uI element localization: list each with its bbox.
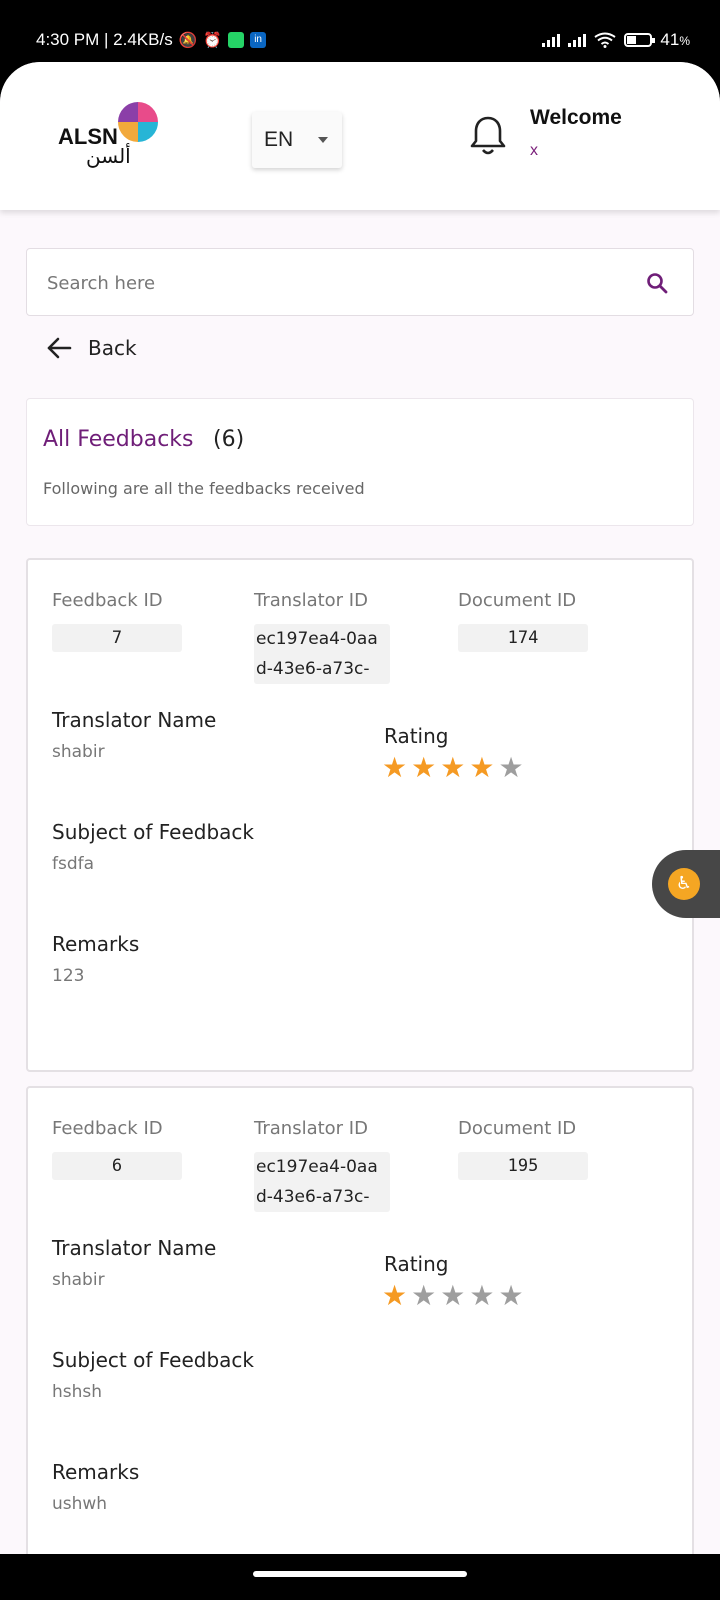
app-screen: ALSN ألسن EN Welcome x Back All Feedback…	[0, 62, 720, 1554]
remarks-value: ushwh	[52, 1494, 108, 1514]
rating-label: Rating	[384, 724, 449, 748]
home-gesture-pill[interactable]	[253, 1571, 467, 1577]
system-nav-bar	[0, 1554, 720, 1600]
wifi-icon	[594, 32, 616, 48]
linkedin-icon: in	[250, 32, 267, 48]
feedback-id-value: 7	[52, 624, 182, 652]
summary-title: All Feedbacks	[43, 427, 194, 452]
mute-icon: 🔕	[178, 32, 198, 49]
subject-label: Subject of Feedback	[52, 1348, 255, 1372]
bell-icon[interactable]	[470, 114, 506, 158]
translator-id-value: ec197ea4-0aad-43e6-a73c-	[254, 1152, 390, 1212]
status-left: 4:30 PM | 2.4KB/s 🔕 ⏰ in	[36, 30, 267, 50]
arrow-left-icon	[47, 337, 72, 359]
feedback-card: Feedback ID 7 Translator ID ec197ea4-0aa…	[26, 558, 694, 1072]
battery-icon	[624, 33, 656, 47]
logo-badge-icon	[118, 102, 158, 142]
translator-id-label: Translator ID	[254, 590, 368, 611]
star-empty-icon: ★	[469, 1279, 495, 1312]
star-empty-icon: ★	[411, 1279, 437, 1312]
star-filled-icon: ★	[411, 751, 437, 784]
translator-name-label: Translator Name	[52, 1236, 217, 1260]
search-bar	[26, 248, 694, 316]
star-empty-icon: ★	[498, 1279, 524, 1312]
status-bar: 4:30 PM | 2.4KB/s 🔕 ⏰ in 41%	[0, 0, 720, 62]
remarks-label: Remarks	[52, 1460, 140, 1484]
subject-value: fsdfa	[52, 854, 95, 874]
rating-stars: ★ ★ ★ ★ ★	[382, 754, 524, 782]
signal-icon	[542, 33, 561, 47]
rating-label: Rating	[384, 1252, 449, 1276]
star-filled-icon: ★	[440, 751, 466, 784]
document-id-label: Document ID	[458, 1118, 577, 1139]
welcome-text: Welcome	[530, 106, 622, 129]
feedbacks-summary-card: All Feedbacks (6) Following are all the …	[26, 398, 694, 526]
battery-value: 41	[660, 30, 680, 49]
rating-stars: ★ ★ ★ ★ ★	[382, 1282, 524, 1310]
caret-down-icon	[318, 137, 328, 143]
alarm-icon: ⏰	[203, 32, 223, 49]
search-input[interactable]	[47, 265, 627, 301]
feedback-id-label: Feedback ID	[52, 1118, 163, 1139]
alsn-logo[interactable]: ALSN ألسن	[58, 102, 168, 172]
translator-id-value: ec197ea4-0aad-43e6-a73c-	[254, 624, 390, 684]
translator-name-label: Translator Name	[52, 708, 217, 732]
battery-percent: 41%	[660, 30, 690, 50]
status-right: 41%	[542, 30, 690, 50]
feedback-id-value: 6	[52, 1152, 182, 1180]
battery-unit: %	[679, 34, 690, 48]
star-filled-icon: ★	[382, 751, 408, 784]
status-time: 4:30 PM | 2.4KB/s	[36, 30, 173, 49]
star-filled-icon: ★	[382, 1279, 408, 1312]
document-id-value: 174	[458, 624, 588, 652]
document-id-value: 195	[458, 1152, 588, 1180]
document-id-label: Document ID	[458, 590, 577, 611]
summary-subtitle: Following are all the feedbacks received	[43, 479, 365, 498]
language-select[interactable]: EN	[252, 112, 342, 168]
accessibility-icon[interactable]: ♿	[668, 868, 700, 900]
search-icon[interactable]	[645, 271, 669, 295]
subject-value: hshsh	[52, 1382, 103, 1402]
translator-id-label: Translator ID	[254, 1118, 368, 1139]
translator-name-value: shabir	[52, 1270, 105, 1290]
remarks-value: 123	[52, 966, 85, 986]
user-name[interactable]: x	[530, 142, 538, 160]
remarks-label: Remarks	[52, 932, 140, 956]
star-empty-icon: ★	[498, 751, 524, 784]
back-button[interactable]: Back	[46, 328, 137, 368]
signal-2-icon	[568, 33, 587, 47]
feedback-id-label: Feedback ID	[52, 590, 163, 611]
accessibility-tab[interactable]: ♿	[652, 850, 720, 918]
star-empty-icon: ★	[440, 1279, 466, 1312]
summary-count: (6)	[213, 427, 245, 452]
translator-name-value: shabir	[52, 742, 105, 762]
app-header: ALSN ألسن EN Welcome x	[0, 62, 720, 210]
battery-fill	[627, 36, 637, 44]
feedback-card: Feedback ID 6 Translator ID ec197ea4-0aa…	[26, 1086, 694, 1554]
whatsapp-icon	[228, 32, 245, 48]
language-value: EN	[264, 128, 294, 151]
back-label: Back	[88, 336, 137, 360]
subject-label: Subject of Feedback	[52, 820, 255, 844]
logo-arabic-text: ألسن	[86, 144, 131, 168]
star-filled-icon: ★	[469, 751, 495, 784]
